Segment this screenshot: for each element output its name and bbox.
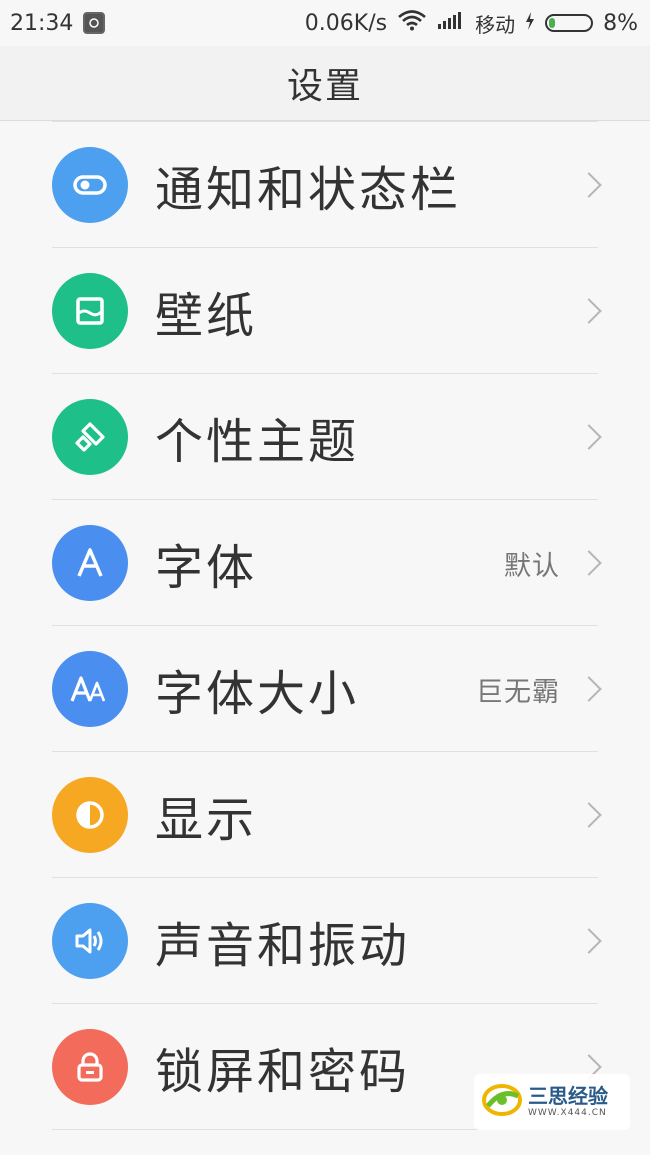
- settings-item-label: 声音和振动: [155, 918, 411, 974]
- brush-icon: [52, 399, 128, 475]
- wallpaper-icon: [52, 273, 128, 349]
- sound-icon: [52, 903, 128, 979]
- settings-item-label: 个性主题: [155, 414, 360, 470]
- toggle-icon: [52, 147, 128, 223]
- settings-item-label: 字体大小: [155, 666, 360, 722]
- chevron-right-icon: [576, 676, 602, 702]
- chevron-right-icon: [576, 172, 602, 198]
- display-icon: [52, 777, 128, 853]
- font-icon: [52, 525, 128, 601]
- signal-icon: [437, 10, 465, 36]
- battery-percent: 8%: [603, 10, 638, 36]
- settings-item-value: 巨无霸: [476, 676, 560, 708]
- settings-item-font-size[interactable]: 字体大小 巨无霸: [0, 626, 650, 752]
- settings-item-label: 通知和状态栏: [155, 162, 462, 218]
- settings-item-font[interactable]: 字体 默认: [0, 500, 650, 626]
- wifi-icon: [397, 9, 427, 37]
- chevron-right-icon: [576, 802, 602, 828]
- settings-item-themes[interactable]: 个性主题: [0, 374, 650, 500]
- network-speed: 0.06K/s: [304, 10, 388, 36]
- font-size-icon: [52, 651, 128, 727]
- chevron-right-icon: [576, 550, 602, 576]
- carrier-name: 移动: [475, 12, 516, 37]
- settings-item-value: 默认: [504, 550, 560, 582]
- status-bar: 21:34 0.06K/s 移动 8%: [0, 0, 650, 46]
- charging-icon: [525, 11, 535, 36]
- settings-item-display[interactable]: 显示: [0, 752, 650, 878]
- chevron-right-icon: [576, 298, 602, 324]
- page-title: 设置: [286, 66, 363, 107]
- settings-item-label: 壁纸: [155, 288, 258, 344]
- watermark-title: 三思经验: [528, 1084, 608, 1108]
- settings-item-label: 字体: [155, 540, 258, 596]
- watermark-subtitle: WWW.X444.CN: [528, 1108, 607, 1118]
- lock-icon: [52, 1029, 128, 1105]
- chevron-right-icon: [576, 928, 602, 954]
- battery-level-fill: [549, 18, 556, 28]
- watermark-badge: 三思经验 WWW.X444.CN: [474, 1074, 630, 1130]
- chevron-right-icon: [576, 424, 602, 450]
- watermark-logo-icon: [480, 1078, 524, 1126]
- title-bar: 设置: [0, 46, 650, 121]
- settings-list: 通知和状态栏 壁纸 个性主题 字体 默认 字体大小 巨无霸 显示 声音和振动 锁…: [0, 121, 650, 1130]
- settings-item-label: 显示: [155, 792, 258, 848]
- settings-item-sound[interactable]: 声音和振动: [0, 878, 650, 1004]
- settings-item-label: 锁屏和密码: [155, 1044, 411, 1100]
- status-time: 21:34: [10, 10, 74, 36]
- settings-item-wallpaper[interactable]: 壁纸: [0, 248, 650, 374]
- settings-item-notifications[interactable]: 通知和状态栏: [0, 122, 650, 248]
- settings-screen: 21:34 0.06K/s 移动 8% 设置 通知和状态栏 壁纸 个性主题 字体…: [0, 0, 650, 1155]
- notification-app-icon: [83, 12, 106, 34]
- battery-icon: [545, 14, 594, 32]
